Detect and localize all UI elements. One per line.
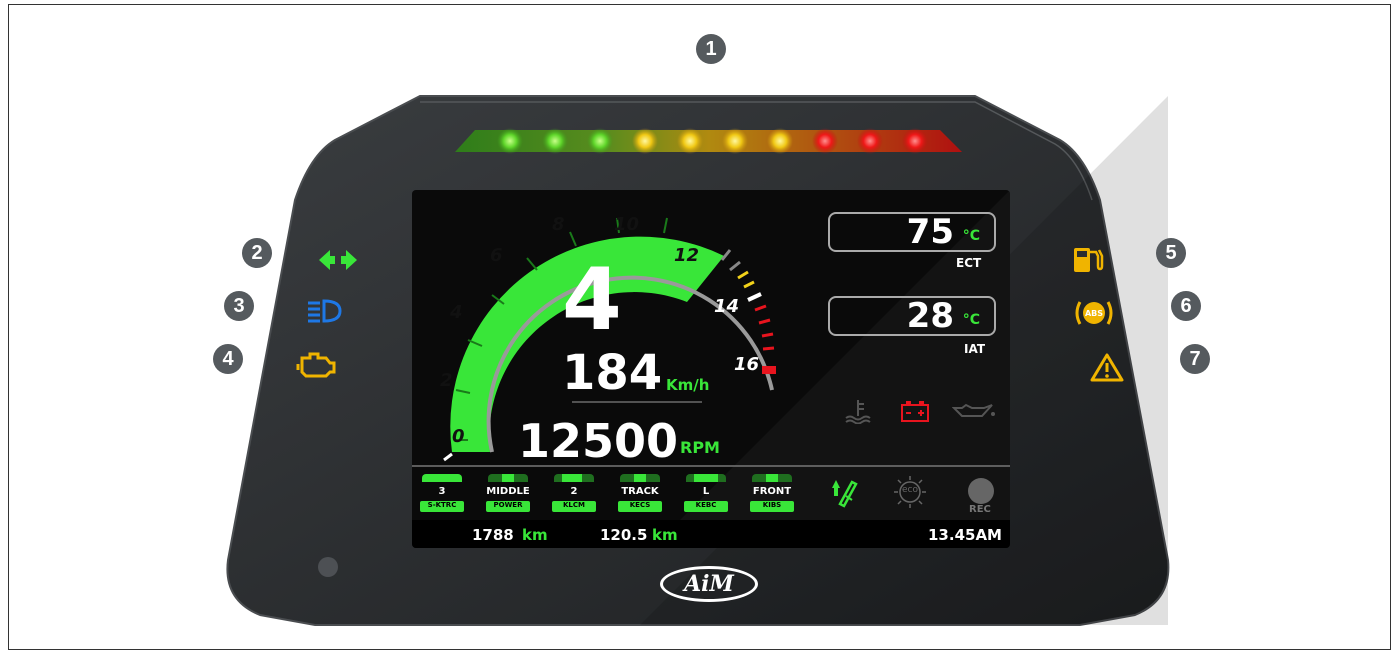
clock: 13.45AM [928, 526, 1002, 544]
ect-box: 75 °C [828, 212, 996, 252]
rec-indicator [968, 478, 994, 504]
shift-led-8 [812, 128, 838, 154]
eco-icon: eco [892, 474, 928, 510]
tach-label-6: 6 [490, 245, 503, 266]
mode-s-ktrc-label: S-KTRC [420, 501, 464, 512]
abs-icon: ABS [1075, 301, 1113, 325]
tach-label-12: 12 [674, 245, 700, 266]
mode-kebc-value: L [702, 486, 710, 497]
trip-value: 120.5 [600, 526, 648, 544]
tach-label-0: 0 [452, 426, 465, 447]
svg-text:ABS: ABS [1085, 309, 1103, 318]
rec-label: REC [969, 504, 991, 515]
mode-kibs-value: FRONT [752, 486, 792, 497]
gear-indicator: 4 [562, 250, 622, 350]
tach-label-8: 8 [552, 214, 565, 235]
display-screen: 0 2 4 6 8 10 12 14 16 4 184 Km/h 12500 R… [412, 190, 1010, 548]
callout-6: 6 [1171, 291, 1201, 321]
iat-box: 28 °C [828, 296, 996, 336]
tach-label-10: 10 [614, 214, 640, 235]
speed-unit: Km/h [666, 376, 710, 394]
rpm-unit: RPM [680, 438, 720, 457]
odometer-unit: km [522, 526, 548, 544]
check-engine-icon [296, 352, 336, 378]
callout-7: 7 [1180, 344, 1210, 374]
ect-value: 75 [906, 212, 954, 252]
mode-s-ktrc[interactable]: 3 S-KTRC [418, 472, 466, 514]
tach-label-16: 16 [734, 354, 760, 375]
shift-led-10 [902, 128, 928, 154]
aim-logo-text: AiM [684, 571, 734, 597]
odometer-value: 1788 [472, 526, 514, 544]
callout-1: 1 [696, 34, 726, 64]
mode-klcm-label: KLCM [552, 501, 596, 512]
mode-power-value: MIDDLE [486, 486, 530, 497]
shift-led-1 [497, 128, 523, 154]
mode-panel: 3 S-KTRC MIDDLE POWER 2 KLCM TRACK KECS … [418, 472, 838, 518]
mode-kecs-label: KECS [618, 501, 662, 512]
ect-unit: °C [962, 228, 980, 244]
speed-value: 184 [562, 345, 663, 401]
mode-power-label: POWER [486, 501, 530, 512]
tach-label-14: 14 [714, 296, 740, 317]
mode-kebc-label: KEBC [684, 501, 728, 512]
shift-led-2 [542, 128, 568, 154]
mode-kibs-label: KIBS [750, 501, 794, 512]
mode-kecs-value: TRACK [621, 486, 659, 497]
shift-led-6 [722, 128, 748, 154]
turn-signal-icon [319, 250, 357, 270]
shift-led-4 [632, 128, 658, 154]
iat-unit: °C [962, 312, 980, 328]
high-beam-icon [308, 299, 342, 323]
mode-power[interactable]: MIDDLE POWER [484, 472, 532, 514]
trip-unit: km [652, 526, 678, 544]
mode-s-ktrc-value: 3 [438, 486, 446, 497]
shift-led-7 [767, 128, 793, 154]
eco-label: eco [902, 485, 918, 495]
aim-logo: AiM [660, 566, 758, 602]
callout-2: 2 [242, 238, 272, 268]
tach-label-4: 4 [450, 302, 463, 323]
shift-led-9 [857, 128, 883, 154]
shift-led-5 [677, 128, 703, 154]
mode-klcm[interactable]: 2 KLCM [550, 472, 598, 514]
fuel-icon [1074, 248, 1104, 272]
oil-pressure-icon [952, 403, 995, 417]
iat-value: 28 [906, 296, 954, 336]
tach-label-2: 2 [440, 370, 453, 391]
iat-label: IAT [964, 342, 986, 356]
ect-label: ECT [956, 256, 982, 270]
callout-5: 5 [1156, 238, 1186, 268]
mode-klcm-value: 2 [570, 486, 578, 497]
shift-led-3 [587, 128, 613, 154]
mode-kebc[interactable]: L KEBC [682, 472, 730, 514]
mode-kibs[interactable]: FRONT KIBS [748, 472, 796, 514]
battery-icon [901, 401, 929, 422]
callout-4: 4 [213, 344, 243, 374]
rpm-value: 12500 [518, 414, 679, 468]
quickshifter-icon [832, 480, 858, 508]
callout-3: 3 [224, 291, 254, 321]
warning-triangle-icon [1090, 353, 1124, 382]
coolant-temp-icon [845, 400, 871, 424]
mode-kecs[interactable]: TRACK KECS [616, 472, 664, 514]
